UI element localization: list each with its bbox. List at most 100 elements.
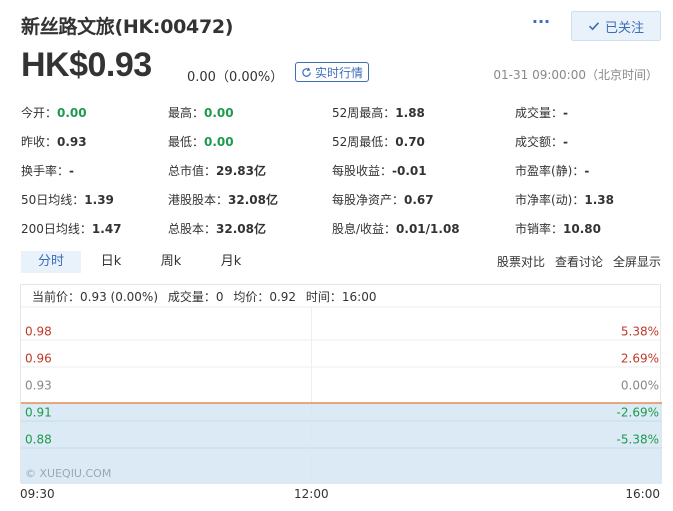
quote-value: 0.70 bbox=[395, 135, 425, 149]
quote-value: 10.80 bbox=[563, 222, 601, 236]
follow-label: 已关注 bbox=[604, 20, 644, 36]
quote-value: - bbox=[563, 106, 568, 120]
y-tick-percent: 2.69% bbox=[621, 352, 659, 366]
quote-value: 0.67 bbox=[404, 193, 434, 207]
quote-cell: 股息/收益：0.01/1.08 bbox=[332, 220, 460, 237]
quote-cell: 今开：0.00 bbox=[21, 104, 87, 121]
quote-row: 换手率：- 总市值：29.83亿 每股收益：-0.01 市盈率(静)：- bbox=[21, 156, 661, 185]
quote-cell: 总股本：32.08亿 bbox=[168, 220, 266, 237]
current-price: HK$0.93 bbox=[21, 46, 152, 84]
quote-value: -0.01 bbox=[392, 164, 427, 178]
quote-label: 50日均线： bbox=[21, 193, 85, 207]
quote-label: 200日均线： bbox=[21, 222, 92, 236]
quote-label: 每股净资产： bbox=[332, 193, 405, 207]
chart-canvas: 0.98 5.38% 0.96 2.69% 0.93 0.00% 0.91 -2.69% 0.8… bbox=[21, 306, 662, 484]
quote-value: 29.83亿 bbox=[216, 164, 266, 178]
stock-compare-link[interactable]: 股票对比 bbox=[497, 251, 545, 273]
chart-tabs: 分时 日k 周k 月k 股票对比 查看讨论 全屏显示 bbox=[21, 251, 661, 273]
intraday-chart: 0.98 5.38% 0.96 2.69% 0.93 0.00% 0.91 -2.69% 0.8… bbox=[20, 284, 662, 484]
tab-period[interactable]: 日k bbox=[81, 251, 141, 273]
price-area-fill bbox=[21, 403, 662, 484]
realtime-quote-button[interactable]: 实时行情 bbox=[295, 62, 370, 82]
quote-value: 0.01/1.08 bbox=[396, 222, 460, 236]
more-button[interactable]: ··· bbox=[529, 14, 553, 34]
y-tick-percent: -2.69% bbox=[617, 406, 659, 420]
x-axis-label: 16:00 bbox=[625, 487, 660, 501]
y-tick-value: 0.93 bbox=[25, 379, 52, 393]
quote-label: 成交量： bbox=[515, 106, 564, 120]
quote-label: 最高： bbox=[168, 106, 205, 120]
quote-label: 总股本： bbox=[168, 222, 217, 236]
quote-cell: 每股收益：-0.01 bbox=[332, 162, 427, 179]
tab-period[interactable]: 月k bbox=[201, 251, 261, 273]
quote-cell: 52周最低：0.70 bbox=[332, 133, 425, 150]
quote-cell: 市盈率(静)：- bbox=[515, 162, 589, 179]
quote-label: 总市值： bbox=[168, 164, 217, 178]
quote-cell: 总市值：29.83亿 bbox=[168, 162, 266, 179]
quote-value: 0.00 bbox=[204, 135, 234, 149]
info-average: 均价：0.92 bbox=[233, 290, 297, 304]
quote-value: 32.08亿 bbox=[228, 193, 278, 207]
quote-cell: 最低：0.00 bbox=[168, 133, 234, 150]
quote-label: 今开： bbox=[21, 106, 58, 120]
quote-cell: 换手率：- bbox=[21, 162, 74, 179]
x-axis-label: 09:30 bbox=[20, 487, 55, 501]
quote-value: 1.47 bbox=[91, 222, 122, 236]
quote-cell: 市销率：10.80 bbox=[515, 220, 601, 237]
quote-cell: 昨收：0.93 bbox=[21, 133, 87, 150]
quote-label: 市销率： bbox=[515, 222, 564, 236]
quote-table: 今开：0.00 最高：0.00 52周最高：1.88 成交量：- 昨收：0.93 最低：0… bbox=[21, 98, 661, 243]
quote-label: 市盈率(静)： bbox=[515, 164, 585, 178]
quote-cell: 成交量：- bbox=[515, 104, 568, 121]
fullscreen-link[interactable]: 全屏显示 bbox=[613, 251, 661, 273]
quote-cell: 50日均线：1.39 bbox=[21, 191, 114, 208]
refresh-icon bbox=[302, 67, 311, 77]
quote-value: - bbox=[69, 164, 74, 178]
quote-datetime: 01-31 09:00:00（北京时间） bbox=[493, 68, 658, 82]
quote-label: 股息/收益： bbox=[332, 222, 397, 236]
chart-info-bar: 当前价：0.93 (0.00%) 成交量：0 均价：0.92 时间：16:00 bbox=[32, 288, 382, 305]
quote-label: 昨收： bbox=[21, 135, 58, 149]
check-icon bbox=[588, 22, 600, 31]
quote-cell: 港股股本：32.08亿 bbox=[168, 191, 278, 208]
follow-button[interactable]: 已关注 bbox=[571, 11, 661, 41]
quote-value: 1.39 bbox=[84, 193, 114, 207]
info-volume: 成交量：0 bbox=[167, 290, 224, 304]
quote-row: 50日均线：1.39 港股股本：32.08亿 每股净资产：0.67 市净率(动)：1.… bbox=[21, 185, 661, 214]
y-tick-percent: -5.38% bbox=[617, 433, 659, 447]
quote-label: 52周最低： bbox=[332, 135, 396, 149]
y-tick-percent: 0.00% bbox=[621, 379, 659, 393]
y-tick-percent: 5.38% bbox=[621, 325, 659, 339]
tab-period[interactable]: 周k bbox=[141, 251, 201, 273]
price-change: 0.00（0.00%） bbox=[187, 70, 284, 85]
quote-label: 市净率(动)： bbox=[515, 193, 585, 207]
quote-label: 换手率： bbox=[21, 164, 70, 178]
quote-cell: 最高：0.00 bbox=[168, 104, 234, 121]
quote-row: 今开：0.00 最高：0.00 52周最高：1.88 成交量：- bbox=[21, 98, 661, 127]
quote-cell: 200日均线：1.47 bbox=[21, 220, 122, 237]
quote-cell: 市净率(动)：1.38 bbox=[515, 191, 614, 208]
quote-cell: 每股净资产：0.67 bbox=[332, 191, 434, 208]
quote-value: 1.38 bbox=[584, 193, 614, 207]
quote-row: 昨收：0.93 最低：0.00 52周最低：0.70 成交额：- bbox=[21, 127, 661, 156]
quote-value: - bbox=[584, 164, 590, 178]
view-discussion-link[interactable]: 查看讨论 bbox=[555, 251, 603, 273]
quote-value: 1.88 bbox=[395, 106, 425, 120]
x-axis-label: 12:00 bbox=[294, 487, 329, 501]
quote-value: 0.00 bbox=[204, 106, 234, 120]
info-current-price: 当前价：0.93 (0.00%) bbox=[32, 290, 159, 304]
quote-value: 32.08亿 bbox=[216, 222, 266, 236]
realtime-label: 实时行情 bbox=[315, 65, 364, 80]
quote-cell: 成交额：- bbox=[515, 133, 568, 150]
y-tick-value: 0.91 bbox=[25, 406, 52, 420]
quote-label: 港股股本： bbox=[168, 193, 229, 207]
quote-value: - bbox=[563, 135, 568, 149]
quote-cell: 52周最高：1.88 bbox=[332, 104, 425, 121]
quote-value: 0.00 bbox=[57, 106, 87, 120]
quote-value: 0.93 bbox=[57, 135, 87, 149]
tab-period[interactable]: 分时 bbox=[21, 251, 81, 273]
stock-title: 新丝路文旅(HK:00472) bbox=[21, 16, 234, 38]
info-time: 时间：16:00 bbox=[305, 290, 377, 304]
quote-label: 成交额： bbox=[515, 135, 564, 149]
quote-label: 52周最高： bbox=[332, 106, 396, 120]
